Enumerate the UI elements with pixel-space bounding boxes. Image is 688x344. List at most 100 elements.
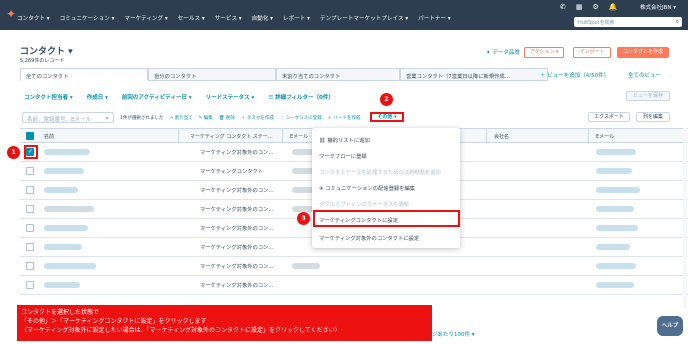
contact-name-redacted[interactable] [44, 206, 94, 212]
account-menu[interactable]: 株式会社JBN ▾ [640, 3, 676, 11]
import-button[interactable]: インポート [573, 47, 611, 58]
settings-icon[interactable]: ⚙ [593, 3, 599, 11]
table-row[interactable]: マーケティング対象外のコン… [20, 257, 688, 276]
contact-name-redacted[interactable] [44, 244, 82, 250]
assign-button[interactable]: → 割り当て [169, 115, 192, 121]
column-divider [486, 129, 487, 143]
instruction-line-3: （マーケティング対象外に設定したい場合は、「マーケティング対象外のコンタクトに設… [21, 327, 341, 334]
more-actions-menu: ⛓ 静的リストに追加 ワークフローに登録 コンタクトデータを処理するための法的根… [312, 128, 460, 248]
global-search-input[interactable]: HubSpotを検索 ⌕ [574, 17, 682, 27]
row-checkbox[interactable] [26, 167, 34, 175]
menu-item-set-non-marketing-contact[interactable]: マーケティング対象外のコンタクトに設定 [319, 234, 419, 242]
record-count: 5,269件のレコード [20, 58, 65, 64]
filter-contact-owner[interactable]: コンタクト担当者 ▾ [24, 93, 73, 101]
actions-button[interactable]: アクション ▾ [524, 47, 564, 58]
marketing-status-cell: マーケティング対象外のコン… [200, 207, 274, 213]
nav-item-reports[interactable]: レポート ▾ [278, 14, 315, 22]
contact-name-redacted[interactable] [44, 225, 88, 231]
select-all-checkbox[interactable] [26, 132, 34, 140]
create-contact-button[interactable]: コンタクトを作成 [617, 47, 669, 58]
email-redacted [596, 244, 630, 250]
phone-icon[interactable]: ✆ [560, 3, 566, 11]
tab-my-contacts[interactable]: 自分のコンタクト [148, 68, 276, 81]
filter-bar: コンタクト担当者 ▾ 作成日 ▾ 前回のアクティビティー日 ▾ リードステータス… [24, 93, 348, 101]
column-email[interactable]: Eメール [290, 133, 308, 140]
nav-item-service[interactable]: サービス ▾ [210, 14, 247, 22]
enroll-sequence-button[interactable]: ⋮ シーケンスに登録 [280, 115, 322, 121]
delete-button[interactable]: 🗑 削除 [219, 115, 235, 121]
email-redacted [596, 187, 640, 193]
filter-create-date[interactable]: 作成日 ▾ [87, 93, 108, 101]
email-redacted [596, 206, 634, 212]
contact-name-redacted[interactable] [44, 168, 84, 174]
marketing-status-cell: マーケティング対象外のコン… [200, 283, 274, 289]
scrollbar[interactable] [683, 128, 687, 308]
row-checkbox[interactable] [26, 205, 34, 213]
filter-last-activity[interactable]: 前回のアクティビティー日 ▾ [122, 93, 192, 101]
nav-item-template-marketplace[interactable]: テンプレートマーケットプレイス ▾ [315, 14, 413, 22]
selected-count: 1件が選択されました [120, 116, 164, 121]
filter-lead-status[interactable]: リードステータス ▾ [206, 93, 255, 101]
email-redacted [596, 168, 632, 174]
add-view-button[interactable]: ＋ ビューを追加（4/50件） [540, 71, 609, 79]
top-nav: ✦ コンタクト ▾ コミュニケーション ▾ マーケティング ▾ セールス ▾ サ… [0, 0, 688, 30]
nav-item-sales[interactable]: セールス ▾ [173, 14, 210, 22]
nav-item-contacts[interactable]: コンタクト ▾ [12, 14, 55, 22]
annotation-badge-1: 1 [7, 146, 20, 159]
tab-unassigned-contacts[interactable]: 未割り当てのコンタクト [276, 68, 400, 81]
column-marketing-status[interactable]: マーケティング コンタクト ステー… [190, 133, 273, 140]
per-page-select[interactable]: ジあたり100件 ▾ [432, 330, 475, 338]
help-button[interactable]: ヘルプ [657, 316, 683, 336]
nav-item-marketing[interactable]: マーケティング ▾ [119, 14, 172, 22]
page-title[interactable]: コンタクト ▾ [20, 44, 73, 57]
row-checkbox[interactable] [26, 281, 34, 289]
contact-name-redacted[interactable] [44, 149, 90, 155]
more-actions-button[interactable]: その他 ▾ [370, 112, 404, 122]
edit-columns-button[interactable]: 列を編集 [636, 112, 670, 122]
column-company[interactable]: 会社名 [494, 133, 509, 140]
row-checkbox[interactable] [26, 224, 34, 232]
marketing-status-cell: マーケティング対象外のコン… [200, 188, 274, 194]
bulk-actions: 1件が選択されました → 割り当て ✎ 編集 🗑 削除 ＋ タスクを作成 ⋮ シ… [120, 115, 367, 121]
data-quality-link[interactable]: ✦ データ品質 [486, 48, 520, 56]
advanced-filters[interactable]: ☰ 詳細フィルター（0件） [268, 93, 334, 101]
column-divider [178, 129, 179, 143]
marketing-status-cell: マーケティング対象外のコン… [200, 245, 274, 251]
nav-menu: コンタクト ▾ コミュニケーション ▾ マーケティング ▾ セールス ▾ サービ… [12, 14, 456, 22]
contact-name-redacted[interactable] [44, 187, 78, 193]
edit-button[interactable]: ✎ 編集 [199, 115, 213, 121]
nav-item-partner[interactable]: パートナー ▾ [413, 14, 456, 22]
table-search-input[interactable]: 名前、電話番号、Eメール ⌕ [22, 112, 114, 123]
menu-item-add-static-list[interactable]: ⛓ 静的リストに追加 [319, 136, 370, 144]
all-views-link[interactable]: 全てのビュー [628, 71, 661, 79]
tab-sales-contacts[interactable]: 営業コンタクト（7営業日以降に新規作成… [400, 68, 548, 81]
create-lead-button[interactable]: ＋ リードを作成 [328, 115, 361, 121]
row-checkbox[interactable] [26, 243, 34, 251]
contact-name-redacted[interactable] [44, 263, 96, 269]
notifications-icon[interactable]: 🔔 [609, 3, 618, 11]
email-redacted [596, 282, 634, 288]
nav-item-communication[interactable]: コミュニケーション ▾ [55, 14, 120, 22]
marketplace-icon[interactable]: ▦ [576, 3, 583, 11]
table-row[interactable]: マーケティング対象外のコン… [20, 276, 688, 295]
marketing-status-cell: マーケティング対象外のコン… [200, 226, 274, 232]
column-email-2[interactable]: Eメール [596, 133, 614, 140]
menu-item-enroll-workflow[interactable]: ワークフローに登録 [319, 152, 367, 160]
create-task-button[interactable]: ＋ タスクを作成 [241, 115, 274, 121]
export-button[interactable]: エクスポート [588, 112, 630, 122]
column-name[interactable]: 名前 [44, 133, 54, 140]
annotation-badge-2: 2 [380, 93, 393, 106]
column-divider [588, 129, 589, 143]
marketing-status-cell: マーケティングコンタクト [200, 169, 264, 175]
nav-item-automation[interactable]: 自動化 ▾ [247, 14, 278, 22]
email-redacted [596, 263, 636, 269]
contact-name-redacted[interactable] [44, 282, 80, 288]
annotation-badge-3: 3 [297, 212, 310, 225]
menu-item-edit-subscriptions[interactable]: ✈ コミュニケーションの配信登録を編集 [319, 184, 415, 192]
row-checkbox[interactable] [26, 186, 34, 194]
save-view-button[interactable]: ビューを保存 [626, 91, 670, 101]
marketing-status-cell: マーケティング対象外のコン… [200, 264, 274, 270]
tab-all-contacts[interactable]: 全てのコンタクト [20, 68, 148, 81]
row-checkbox[interactable] [26, 262, 34, 270]
marketing-status-cell: マーケティング対象外のコン… [200, 150, 274, 156]
